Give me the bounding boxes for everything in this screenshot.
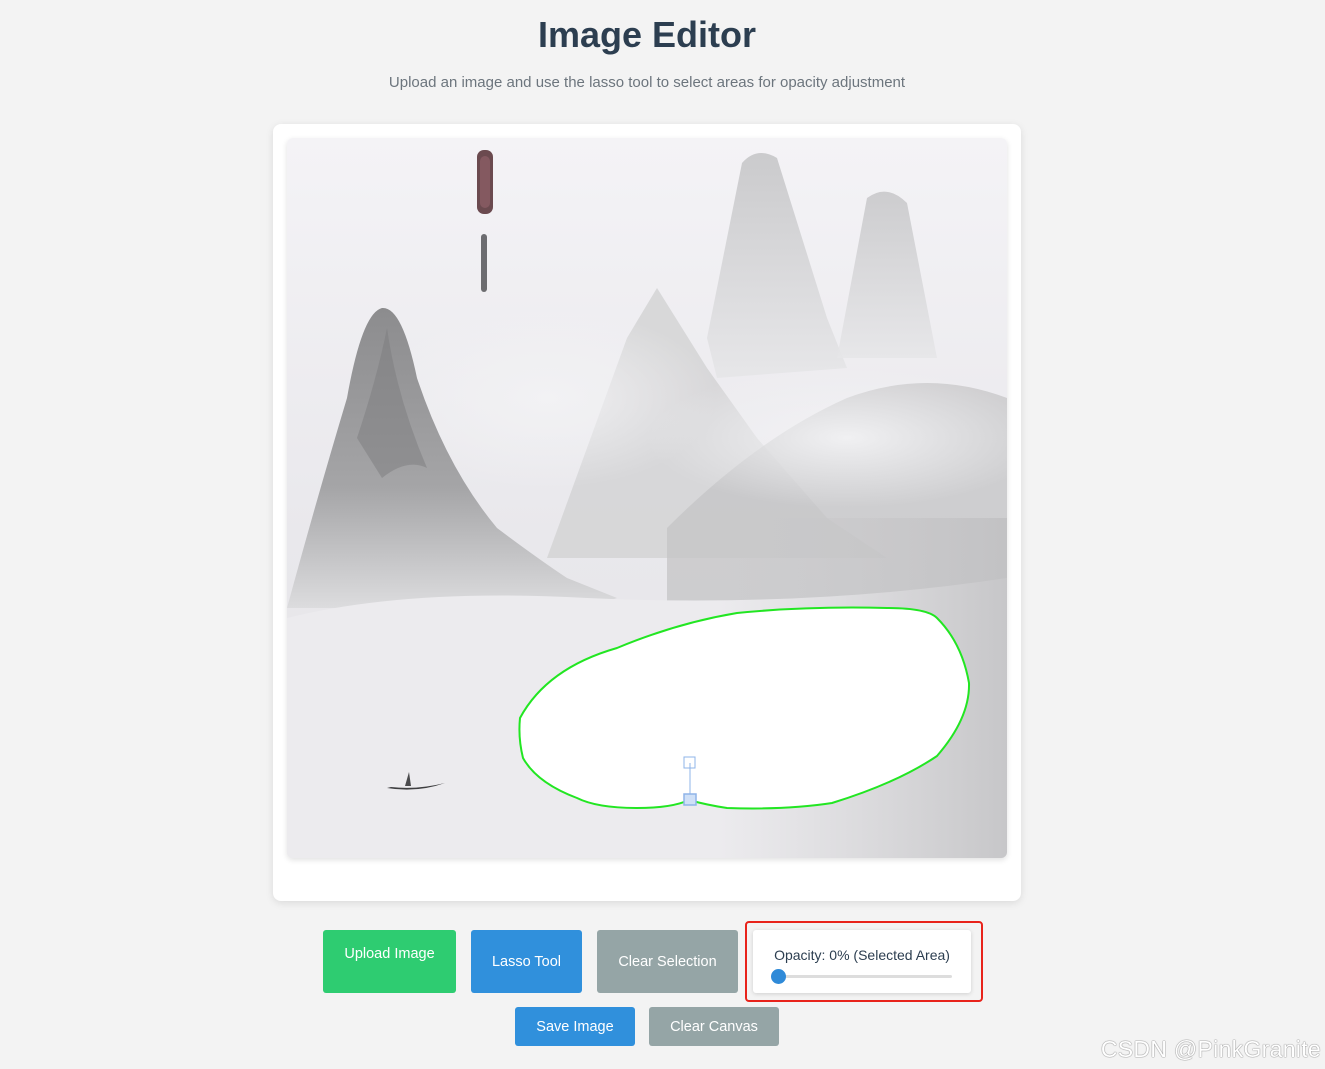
opacity-label: Opacity: 0% (Selected Area) — [774, 947, 950, 963]
clear-canvas-button[interactable]: Clear Canvas — [649, 1007, 779, 1046]
page-title: Image Editor — [537, 14, 757, 55]
image-canvas[interactable] — [287, 138, 1007, 858]
image-editor-page: Image Editor Upload an image and use the… — [0, 0, 1325, 1069]
upload-image-button[interactable]: Upload Image — [323, 930, 456, 993]
save-image-button[interactable]: Save Image — [515, 1007, 635, 1046]
opacity-control: Opacity: 0% (Selected Area) — [753, 930, 971, 993]
opacity-slider-thumb[interactable] — [771, 969, 786, 984]
watermark: CSDN @PinkGranite — [1100, 1036, 1321, 1062]
canvas-image — [287, 138, 1007, 858]
opacity-slider-track[interactable] — [779, 975, 952, 978]
calligraphy-mark — [481, 234, 487, 292]
canvas-card — [273, 124, 1021, 901]
page-subtitle: Upload an image and use the lasso tool t… — [388, 74, 906, 91]
lasso-tool-button[interactable]: Lasso Tool — [471, 930, 582, 993]
transform-handle — [683, 793, 697, 806]
clear-selection-button[interactable]: Clear Selection — [597, 930, 738, 993]
